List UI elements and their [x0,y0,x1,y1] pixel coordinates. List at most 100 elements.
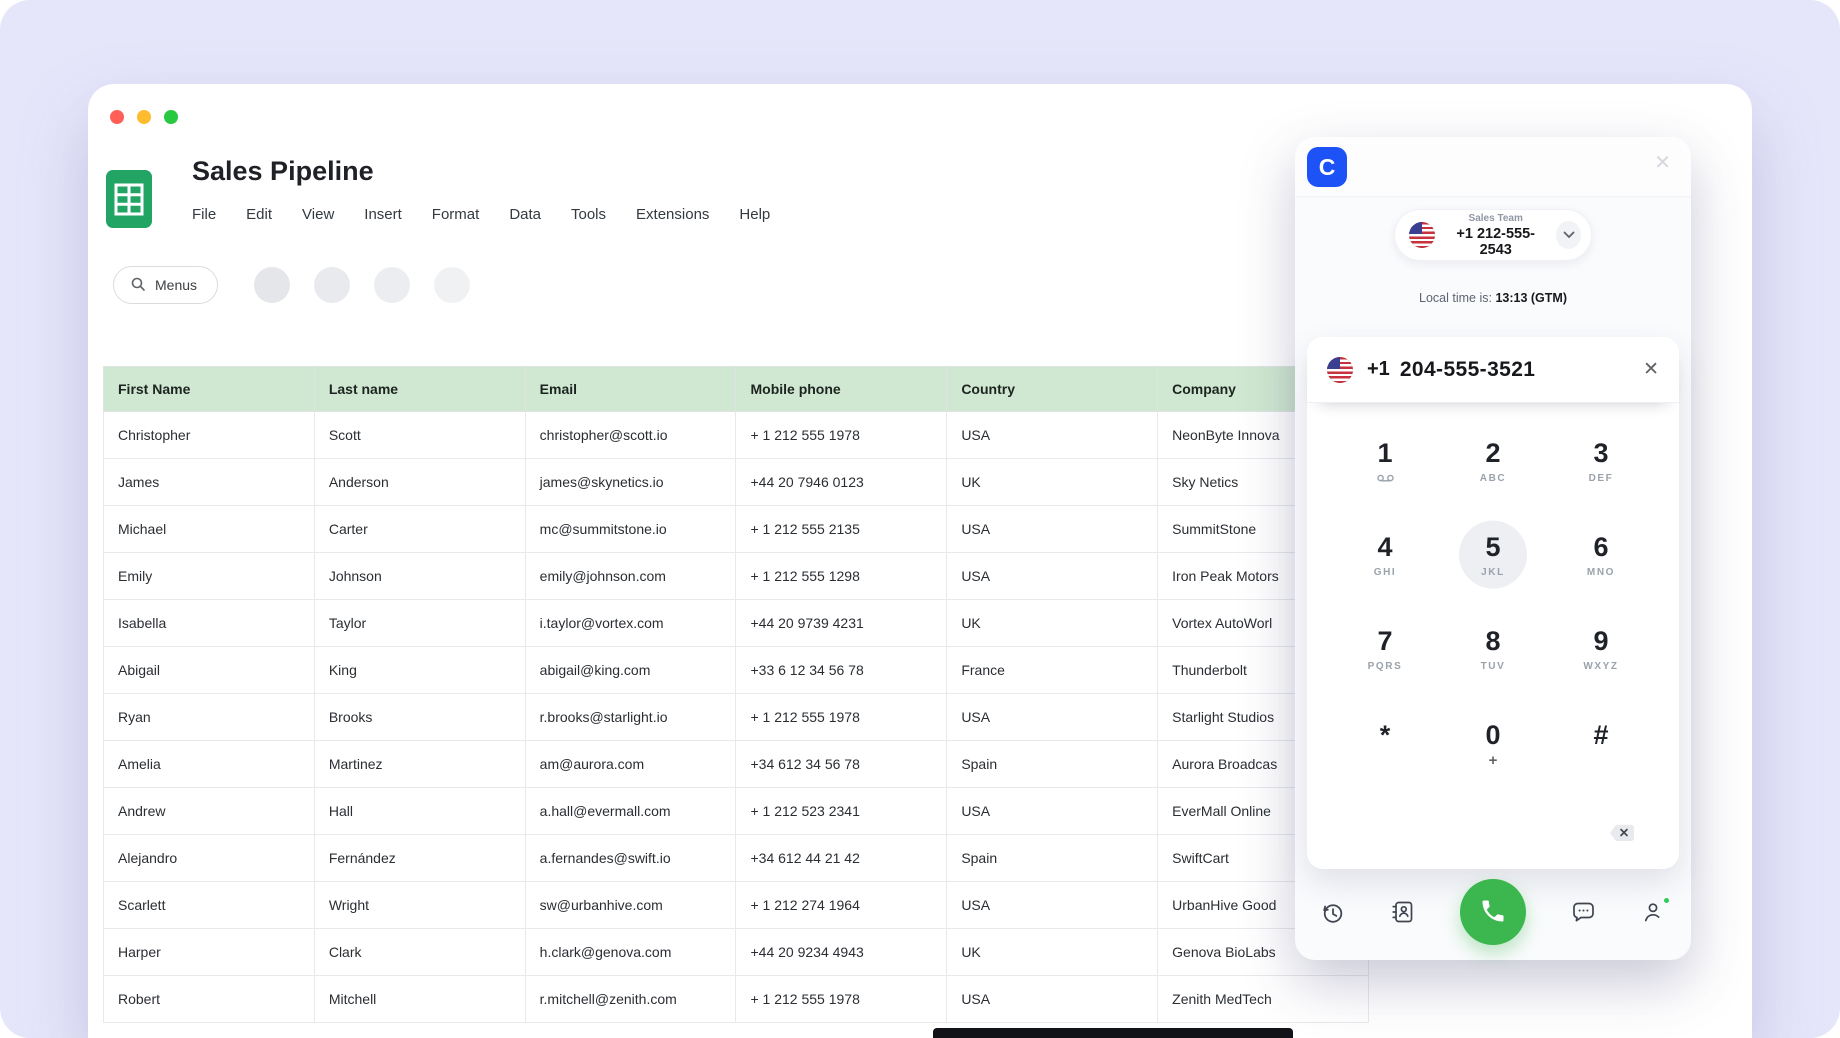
close-window-button[interactable] [110,110,124,124]
table-cell[interactable]: abigail@king.com [525,647,736,694]
menu-help[interactable]: Help [739,206,770,223]
toolbar-placeholder-icon[interactable] [314,267,350,303]
table-cell[interactable]: Emily [104,553,315,600]
dialpad-key-3[interactable]: 3DEF [1547,415,1655,509]
minimize-window-button[interactable] [137,110,151,124]
table-cell[interactable]: a.fernandes@swift.io [525,835,736,882]
agents-presence-icon[interactable] [1641,899,1667,925]
table-cell[interactable]: King [314,647,525,694]
table-cell[interactable]: i.taylor@vortex.com [525,600,736,647]
table-cell[interactable]: Alejandro [104,835,315,882]
table-cell[interactable]: Harper [104,929,315,976]
table-cell[interactable]: + 1 212 555 1978 [736,976,947,1023]
table-cell[interactable]: +34 612 44 21 42 [736,835,947,882]
table-cell[interactable]: +44 20 9739 4231 [736,600,947,647]
table-cell[interactable]: + 1 212 555 1978 [736,694,947,741]
table-cell[interactable]: USA [947,976,1158,1023]
call-history-icon[interactable] [1319,899,1346,926]
menu-format[interactable]: Format [432,206,480,223]
table-cell[interactable]: Ryan [104,694,315,741]
table-cell[interactable]: Zenith MedTech [1158,976,1369,1023]
column-header[interactable]: Last name [314,367,525,412]
table-cell[interactable]: UK [947,929,1158,976]
table-cell[interactable]: USA [947,553,1158,600]
table-cell[interactable]: Anderson [314,459,525,506]
table-cell[interactable]: + 1 212 555 2135 [736,506,947,553]
table-cell[interactable]: a.hall@evermall.com [525,788,736,835]
table-cell[interactable]: r.brooks@starlight.io [525,694,736,741]
table-cell[interactable]: am@aurora.com [525,741,736,788]
document-title[interactable]: Sales Pipeline [192,156,374,187]
clear-number-icon[interactable]: ✕ [1643,358,1659,381]
table-cell[interactable]: Fernández [314,835,525,882]
sms-chat-icon[interactable] [1570,899,1597,926]
menu-tools[interactable]: Tools [571,206,606,223]
table-cell[interactable]: James [104,459,315,506]
table-cell[interactable]: r.mitchell@zenith.com [525,976,736,1023]
table-cell[interactable]: +44 20 9234 4943 [736,929,947,976]
table-cell[interactable]: + 1 212 555 1298 [736,553,947,600]
table-cell[interactable]: Robert [104,976,315,1023]
table-cell[interactable]: Clark [314,929,525,976]
table-cell[interactable]: + 1 212 274 1964 [736,882,947,929]
table-cell[interactable]: Spain [947,835,1158,882]
menu-data[interactable]: Data [509,206,541,223]
table-cell[interactable]: Carter [314,506,525,553]
toolbar-placeholder-icon[interactable] [254,267,290,303]
menu-extensions[interactable]: Extensions [636,206,709,223]
table-cell[interactable]: +34 612 34 56 78 [736,741,947,788]
table-cell[interactable]: sw@urbanhive.com [525,882,736,929]
column-header[interactable]: Country [947,367,1158,412]
table-cell[interactable]: mc@summitstone.io [525,506,736,553]
table-cell[interactable]: France [947,647,1158,694]
column-header[interactable]: Email [525,367,736,412]
table-cell[interactable]: USA [947,506,1158,553]
table-cell[interactable]: Taylor [314,600,525,647]
menus-search-button[interactable]: Menus [113,266,218,304]
table-cell[interactable]: +33 6 12 34 56 78 [736,647,947,694]
table-cell[interactable]: Michael [104,506,315,553]
menu-edit[interactable]: Edit [246,206,272,223]
menu-view[interactable]: View [302,206,334,223]
table-cell[interactable]: Johnson [314,553,525,600]
table-cell[interactable]: Scott [314,412,525,459]
dialpad-key-#[interactable]: # [1547,697,1655,791]
contacts-book-icon[interactable] [1390,899,1416,925]
table-cell[interactable]: + 1 212 523 2341 [736,788,947,835]
table-cell[interactable]: Martinez [314,741,525,788]
close-dialer-icon[interactable]: ✕ [1654,153,1671,173]
dialpad-key-6[interactable]: 6MNO [1547,509,1655,603]
menu-insert[interactable]: Insert [364,206,402,223]
table-cell[interactable]: Christopher [104,412,315,459]
table-cell[interactable]: Hall [314,788,525,835]
table-cell[interactable]: USA [947,412,1158,459]
dialpad-key-5[interactable]: 5JKL [1439,509,1547,603]
table-cell[interactable]: james@skynetics.io [525,459,736,506]
dialpad-key-1[interactable]: 1 [1331,415,1439,509]
table-cell[interactable]: Abigail [104,647,315,694]
column-header[interactable]: First Name [104,367,315,412]
column-header[interactable]: Mobile phone [736,367,947,412]
dialpad-key-0[interactable]: 0+ [1439,697,1547,791]
dialed-number-input[interactable]: 204-555-3521 [1400,358,1536,382]
table-cell[interactable]: emily@johnson.com [525,553,736,600]
table-cell[interactable]: Mitchell [314,976,525,1023]
table-cell[interactable]: Isabella [104,600,315,647]
table-cell[interactable]: USA [947,694,1158,741]
table-cell[interactable]: + 1 212 555 1978 [736,412,947,459]
table-cell[interactable]: UK [947,459,1158,506]
table-cell[interactable]: +44 20 7946 0123 [736,459,947,506]
table-cell[interactable]: Andrew [104,788,315,835]
table-cell[interactable]: Brooks [314,694,525,741]
table-cell[interactable]: Amelia [104,741,315,788]
zoom-window-button[interactable] [164,110,178,124]
toolbar-placeholder-icon[interactable] [374,267,410,303]
table-cell[interactable]: USA [947,788,1158,835]
table-cell[interactable]: Spain [947,741,1158,788]
toolbar-placeholder-icon[interactable] [434,267,470,303]
table-cell[interactable]: UK [947,600,1158,647]
dialpad-key-*[interactable]: * [1331,697,1439,791]
dialpad-key-4[interactable]: 4GHI [1331,509,1439,603]
dialpad-key-9[interactable]: 9WXYZ [1547,603,1655,697]
line-selector[interactable]: Sales Team +1 212-555-2543 [1394,209,1592,261]
